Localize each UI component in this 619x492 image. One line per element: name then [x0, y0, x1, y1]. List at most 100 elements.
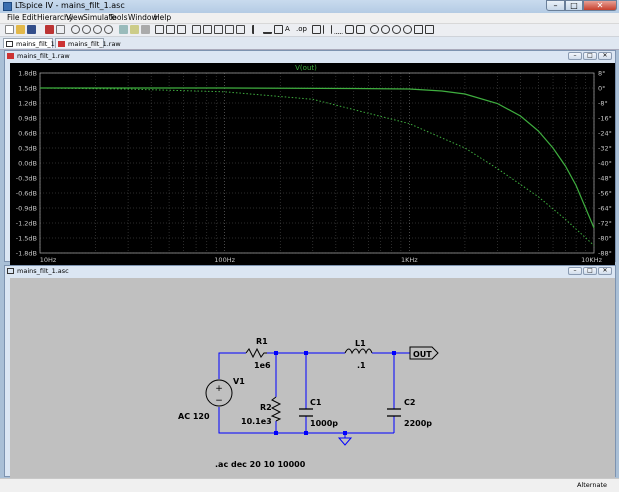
tile-icon[interactable]	[130, 25, 139, 34]
undo-icon[interactable]	[392, 25, 401, 34]
inductor-icon[interactable]	[334, 25, 343, 34]
magnitude-trace	[40, 87, 595, 229]
waveform-restore-button[interactable]: □	[583, 52, 597, 60]
capacitor-c2[interactable]	[387, 408, 401, 417]
y-left-tick-label: 0.3dB	[18, 145, 37, 153]
junction-dot	[392, 351, 396, 355]
ground-symbol-icon[interactable]	[337, 437, 353, 446]
junction-dot	[304, 431, 308, 435]
new-file-icon[interactable]	[5, 25, 14, 34]
tab-schematic[interactable]: mains_filt_1.asc	[3, 38, 68, 48]
cut-icon[interactable]	[192, 25, 201, 34]
junction-dot	[343, 431, 347, 435]
menu-tools[interactable]: Tools	[109, 13, 127, 23]
r2-name: R2	[260, 403, 272, 412]
spice-directive-icon[interactable]: .op	[296, 25, 307, 34]
y-right-tick-label: 0°	[598, 85, 605, 93]
resistor-r1[interactable]	[245, 347, 267, 359]
save-icon[interactable]	[27, 25, 36, 34]
print-icon[interactable]	[236, 25, 245, 34]
menu-view[interactable]: View	[66, 13, 84, 23]
menu-bar: File Edit Hierarchy View Simulate Tools …	[0, 13, 619, 24]
r2-value: 10.1e3	[241, 417, 272, 426]
move-icon[interactable]	[370, 25, 379, 34]
schematic-restore-button[interactable]: □	[583, 267, 597, 275]
waveform-window: mains_filt_1.raw – □ ✕ 1.8dB 1.5dB 1.2dB 0.…	[4, 50, 616, 265]
run-icon[interactable]	[45, 25, 54, 34]
menu-file[interactable]: File	[7, 13, 20, 23]
minimize-button[interactable]: –	[546, 0, 565, 11]
y-right-tick-label: -16°	[598, 115, 612, 123]
junction-dot	[274, 351, 278, 355]
waveform-window-title: mains_filt_1.raw	[17, 52, 70, 60]
junction-dot	[304, 351, 308, 355]
window-tile-horizontal-icon[interactable]	[155, 25, 164, 34]
ground-icon[interactable]	[263, 25, 272, 34]
open-folder-icon[interactable]	[16, 25, 25, 34]
waveform-close-button[interactable]: ✕	[598, 52, 612, 60]
y-right-tick-label: -72°	[598, 220, 612, 228]
diode-icon[interactable]	[345, 25, 354, 34]
paste-icon[interactable]	[214, 25, 223, 34]
out-label: OUT	[413, 350, 432, 359]
copy-icon[interactable]	[203, 25, 212, 34]
document-tabs: mains_filt_1.asc mains_filt_1.raw	[0, 37, 619, 50]
y-right-tick-label: -64°	[598, 205, 612, 213]
tab-waveform[interactable]: mains_filt_1.raw	[55, 38, 121, 48]
schematic-close-button[interactable]: ✕	[598, 267, 612, 275]
capacitor-icon[interactable]	[323, 25, 332, 34]
redo-icon[interactable]	[403, 25, 412, 34]
r1-value: 1e6	[254, 361, 271, 370]
pan-icon[interactable]	[82, 25, 91, 34]
window-tile-vertical-icon[interactable]	[166, 25, 175, 34]
wire-icon[interactable]	[252, 25, 261, 34]
schematic-canvas[interactable]: + − V1 AC 120 R1 1e6 R2 10.1e3 C1 1000p …	[10, 278, 615, 482]
y-right-tick-label: -24°	[598, 130, 612, 138]
voltage-source-v1[interactable]: + −	[205, 379, 233, 407]
resistor-r2[interactable]	[270, 396, 282, 422]
schematic-minimize-button[interactable]: –	[568, 267, 582, 275]
trace-label-vout[interactable]: V(out)	[295, 64, 317, 72]
ac-directive[interactable]: .ac dec 20 10 10000	[215, 460, 306, 469]
y-left-tick-label: 0.9dB	[18, 115, 37, 123]
label-net-icon[interactable]	[274, 25, 283, 34]
rotate-icon[interactable]	[414, 25, 423, 34]
y-right-tick-label: -56°	[598, 190, 612, 198]
window-cascade-icon[interactable]	[177, 25, 186, 34]
component-icon[interactable]	[356, 25, 365, 34]
waveform-minimize-button[interactable]: –	[568, 52, 582, 60]
y-right-tick-label: 8°	[598, 70, 605, 78]
zoom-in-icon[interactable]	[71, 25, 80, 34]
autorange-icon[interactable]	[119, 25, 128, 34]
x-tick-label: 100Hz	[214, 256, 235, 264]
maximize-button[interactable]: □	[565, 0, 583, 11]
zoom-out-icon[interactable]	[93, 25, 102, 34]
cascade-icon[interactable]	[141, 25, 150, 34]
waveform-window-icon	[7, 53, 14, 59]
inductor-l1[interactable]	[344, 348, 373, 355]
menu-edit[interactable]: Edit	[22, 13, 37, 23]
c1-name: C1	[310, 398, 322, 407]
mirror-icon[interactable]	[425, 25, 434, 34]
y-left-tick-label: -0.9dB	[16, 205, 37, 213]
status-mode: Alternate	[576, 481, 607, 489]
status-bar: Alternate	[0, 478, 619, 492]
text-icon[interactable]: A	[285, 25, 294, 34]
drag-icon[interactable]	[381, 25, 390, 34]
halt-icon[interactable]	[56, 25, 65, 34]
resistor-icon[interactable]	[312, 25, 321, 34]
zoom-full-icon[interactable]	[104, 25, 113, 34]
close-button[interactable]: ✕	[583, 0, 617, 11]
x-tick-label: 10Hz	[40, 256, 57, 264]
capacitor-c1[interactable]	[299, 408, 313, 417]
y-left-tick-label: -1.5dB	[16, 235, 37, 243]
c2-name: C2	[404, 398, 415, 407]
title-bar: LTspice IV - mains_filt_1.asc – □ ✕	[0, 0, 619, 13]
menu-help[interactable]: Help	[154, 13, 171, 23]
waveform-plot-pane[interactable]: 1.8dB 1.5dB 1.2dB 0.9dB 0.6dB 0.3dB 0.0dB -0.3d…	[10, 63, 615, 265]
c2-value: 2200p	[404, 419, 432, 428]
find-icon[interactable]	[225, 25, 234, 34]
y-left-tick-label: 0.6dB	[18, 130, 37, 138]
wire[interactable]	[218, 352, 246, 379]
x-tick-label: 10KHz	[581, 256, 602, 264]
